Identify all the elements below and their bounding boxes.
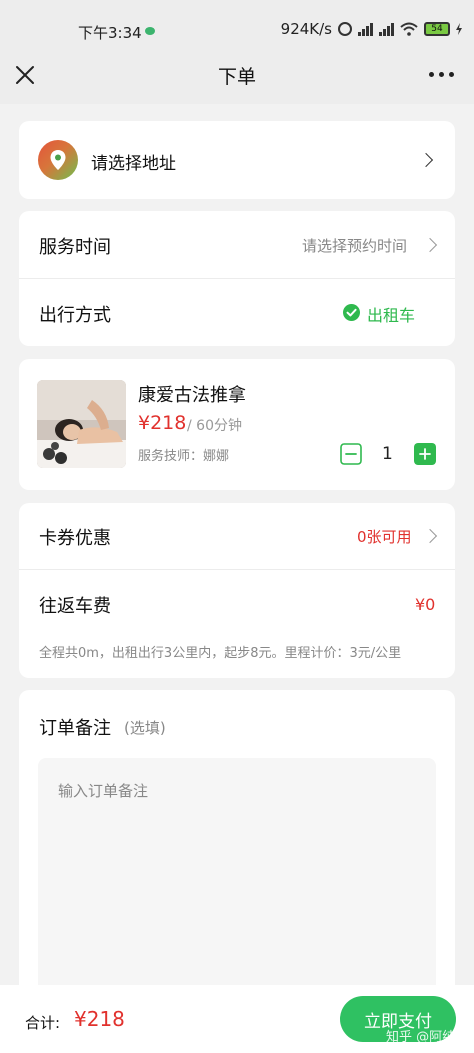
- battery-icon: 54: [424, 22, 450, 36]
- coupon-row[interactable]: 卡券优惠 0张可用: [19, 503, 455, 569]
- fare-value: ¥0: [415, 595, 436, 614]
- address-card[interactable]: 请选择地址: [19, 121, 455, 199]
- coupon-value: 0张可用: [357, 528, 412, 546]
- address-placeholder: 请选择地址: [91, 154, 176, 174]
- total-label: 合计:: [25, 1014, 61, 1032]
- fare-row: 往返车费 ¥0 全程共0m，出租出行3公里内，起步8元。里程计价：3元/公里: [19, 570, 455, 678]
- location-pin-icon: [38, 140, 78, 180]
- fare-note: 全程共0m，出租出行3公里内，起步8元。里程计价：3元/公里: [39, 646, 402, 661]
- product-image: [37, 380, 126, 468]
- network-speed: 924K/s: [280, 20, 332, 38]
- chevron-right-icon: [422, 528, 438, 544]
- remark-input[interactable]: 输入订单备注: [38, 758, 436, 998]
- product-card: 康爱古法推拿 ¥218 / 60分钟 服务技师：娜娜 1: [19, 359, 455, 490]
- remark-card: 订单备注 (选填) 输入订单备注: [19, 690, 455, 1010]
- alarm-icon: [338, 22, 352, 36]
- product-price: ¥218: [138, 412, 187, 434]
- status-right: 924K/s 54: [281, 20, 462, 38]
- travel-mode-value: 出租车: [367, 306, 416, 325]
- decrease-quantity-button[interactable]: [340, 443, 362, 465]
- checkout-bar: 合计: ¥218 立即支付 知乎 @阿纯V: [0, 985, 474, 1053]
- more-menu-icon[interactable]: [429, 72, 454, 77]
- wifi-icon: [400, 22, 418, 36]
- wechat-notification-icon: [145, 27, 155, 35]
- fee-card: 卡券优惠 0张可用 往返车费 ¥0 全程共0m，出租出行3公里内，起步8元。里程…: [19, 503, 455, 678]
- check-circle-icon: [343, 304, 360, 321]
- quantity-value: 1: [382, 444, 393, 464]
- chevron-right-icon: [422, 237, 438, 253]
- increase-quantity-button[interactable]: [414, 443, 436, 465]
- product-name: 康爱古法推拿: [138, 385, 246, 406]
- service-card: 服务时间 请选择预约时间 出行方式 出租车: [19, 211, 455, 346]
- watermark: 知乎 @阿纯V: [386, 1030, 465, 1045]
- service-time-label: 服务时间: [39, 237, 111, 258]
- remark-optional: (选填): [124, 719, 166, 737]
- charging-icon: [456, 23, 462, 35]
- service-time-row[interactable]: 服务时间 请选择预约时间: [19, 211, 455, 278]
- coupon-label: 卡券优惠: [39, 528, 111, 549]
- page-title: 下单: [217, 66, 256, 88]
- status-time: 下午3:34: [78, 24, 142, 42]
- product-duration: / 60分钟: [187, 418, 242, 434]
- fare-label: 往返车费: [39, 596, 111, 617]
- remark-label: 订单备注: [39, 718, 111, 739]
- travel-mode-label: 出行方式: [39, 305, 111, 326]
- service-time-value: 请选择预约时间: [302, 237, 408, 255]
- total-price: ¥218: [74, 1007, 125, 1031]
- signal-icon: [358, 22, 373, 36]
- technician-name: 服务技师：娜娜: [138, 449, 230, 464]
- nav-bar: 下单: [0, 48, 474, 104]
- remark-placeholder: 输入订单备注: [58, 782, 149, 800]
- signal-icon-2: [379, 22, 394, 36]
- travel-mode-row[interactable]: 出行方式 出租车: [19, 279, 455, 346]
- chevron-right-icon: [418, 152, 434, 168]
